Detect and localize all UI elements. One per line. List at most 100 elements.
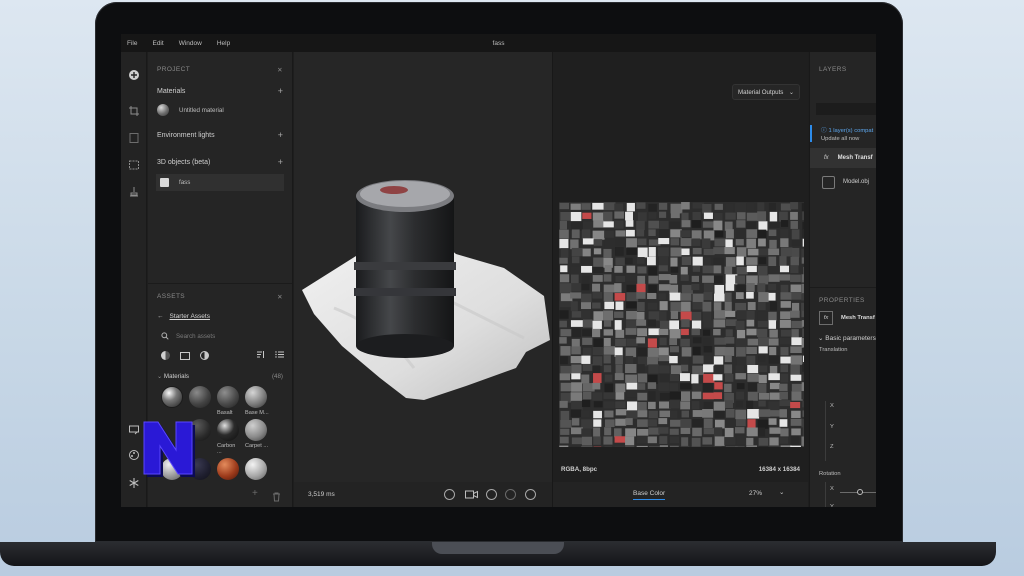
material-swatch[interactable] [189,386,211,408]
app-window: File Edit Window Help fass PROJECT ✕ Mat… [121,34,876,507]
env-lights-row: Environment lights + [148,130,292,140]
material-swatch[interactable] [161,386,183,408]
add-icon[interactable] [128,69,140,81]
material-item[interactable]: Untitled material [157,104,292,116]
material-swatch[interactable] [245,419,267,441]
properties-item-label: Mesh Transf [841,315,875,321]
slider-handle[interactable] [857,489,863,495]
material-swatch[interactable] [217,458,239,480]
rotation-x-label: X [830,486,834,492]
cube-icon [160,178,169,187]
add-env-light-icon[interactable]: + [278,130,283,140]
compat-notice[interactable]: ⓘ 1 layer(s) compat Update all now [810,125,876,142]
objects-row: 3D objects (beta) + [148,157,292,167]
material-label: Carpet ... [245,443,269,449]
properties-item: fx Mesh Transf [810,311,876,325]
search-icon [161,332,169,340]
layer-item[interactable]: Model.obj [810,172,876,192]
sort-icon[interactable] [256,350,265,361]
object-item[interactable]: fass [156,174,284,191]
panel-divider [148,283,292,284]
material-label: Basalt [217,410,233,416]
viewport-bottombar: 3,519 ms [294,482,552,507]
search-field[interactable]: Search assets [161,332,292,340]
translation-z-label: Z [830,444,834,450]
material-filter-icon[interactable] [161,351,170,360]
chevron-down-icon: ⌄ [818,335,824,342]
group-line [825,401,826,461]
assets-header: ASSETS ✕ [148,293,292,301]
objects-label: 3D objects (beta) [157,158,211,166]
texture-bottombar: Base Color 27% ⌄ [553,482,808,507]
camera-icon[interactable] [465,489,478,502]
outputs-dropdown[interactable]: Material Outputs ⌄ [732,84,800,100]
fx-icon: fx [824,155,829,161]
crop-icon[interactable] [128,105,140,117]
layer-item[interactable]: fx Mesh Transf [810,148,876,168]
back-link[interactable]: ← Starter Assets [157,313,292,320]
material-thumbnail [157,104,169,116]
environment-icon[interactable] [525,489,536,500]
chevron-down-icon[interactable]: ⌄ [779,488,784,496]
barrel-scene [302,180,550,400]
add-asset-icon[interactable]: + [252,488,258,499]
material-swatch[interactable] [217,386,239,408]
translation-x-label: X [830,403,834,409]
asset-materials-label: Materials [163,373,190,380]
close-icon[interactable]: ✕ [277,66,283,74]
asset-materials-count: (48) [271,373,283,380]
channel-select[interactable]: Base Color [633,490,666,500]
translation-label: Translation [819,347,848,353]
material-swatch[interactable] [245,386,267,408]
stamp-icon[interactable] [128,186,140,198]
zoom-level[interactable]: 27% [749,490,762,497]
arrow-left-icon: ← [157,313,164,320]
material-grid-row-1 [161,386,292,408]
target-icon[interactable] [505,489,516,500]
menu-window[interactable]: Window [173,40,211,47]
asset-type-filters [161,350,292,361]
texture-format: RGBA, 8bpc [561,466,598,473]
layer-label: Model.obj [843,179,870,185]
basic-params-label: Basic parameters [825,335,876,342]
render-time: 3,519 ms [308,491,335,498]
orbit-icon[interactable] [486,489,497,500]
menu-file[interactable]: File [121,40,146,47]
add-material-icon[interactable]: + [278,86,283,96]
asterisk-icon[interactable] [128,477,140,489]
rotation-y-label: Y [830,504,834,507]
basic-params-section[interactable]: ⌄ Basic parameters [810,334,876,342]
info-icon[interactable] [444,489,455,500]
frame-icon[interactable] [128,132,140,144]
layers-search[interactable] [816,103,876,115]
2d-viewport[interactable]: Material Outputs ⌄ RGBA, 8bpc 16384 x 163… [552,52,808,507]
asset-materials-row[interactable]: ⌄ Materials (48) [148,373,292,380]
close-icon[interactable]: ✕ [277,293,283,301]
chat-icon[interactable] [128,424,140,436]
translation-y-label: Y [830,424,834,430]
project-header: PROJECT ✕ [148,66,292,74]
project-title: PROJECT [157,66,191,73]
light-filter-icon[interactable] [200,351,209,360]
palette-icon[interactable] [128,449,140,461]
search-placeholder: Search assets [176,332,216,340]
chevron-down-icon: ⌄ [788,88,794,96]
laptop-notch [432,542,564,554]
trash-icon[interactable] [272,489,281,507]
add-object-icon[interactable]: + [278,157,283,167]
image-filter-icon[interactable] [180,351,190,360]
material-swatch[interactable] [245,458,267,480]
texture-size: 16384 x 16384 [758,466,800,473]
menu-help[interactable]: Help [211,40,239,47]
starter-assets-link[interactable]: Starter Assets [170,313,210,320]
update-all-link[interactable]: Update all now [821,136,876,142]
n-logo-badge [140,418,200,478]
material-swatch[interactable] [217,419,239,441]
list-view-icon[interactable] [275,350,284,361]
3d-viewport[interactable] [294,52,552,507]
select-icon[interactable] [128,159,140,171]
panel-divider [810,287,876,288]
texture-preview [559,202,804,447]
layers-header: LAYERS [819,66,847,73]
menu-edit[interactable]: Edit [146,40,172,47]
